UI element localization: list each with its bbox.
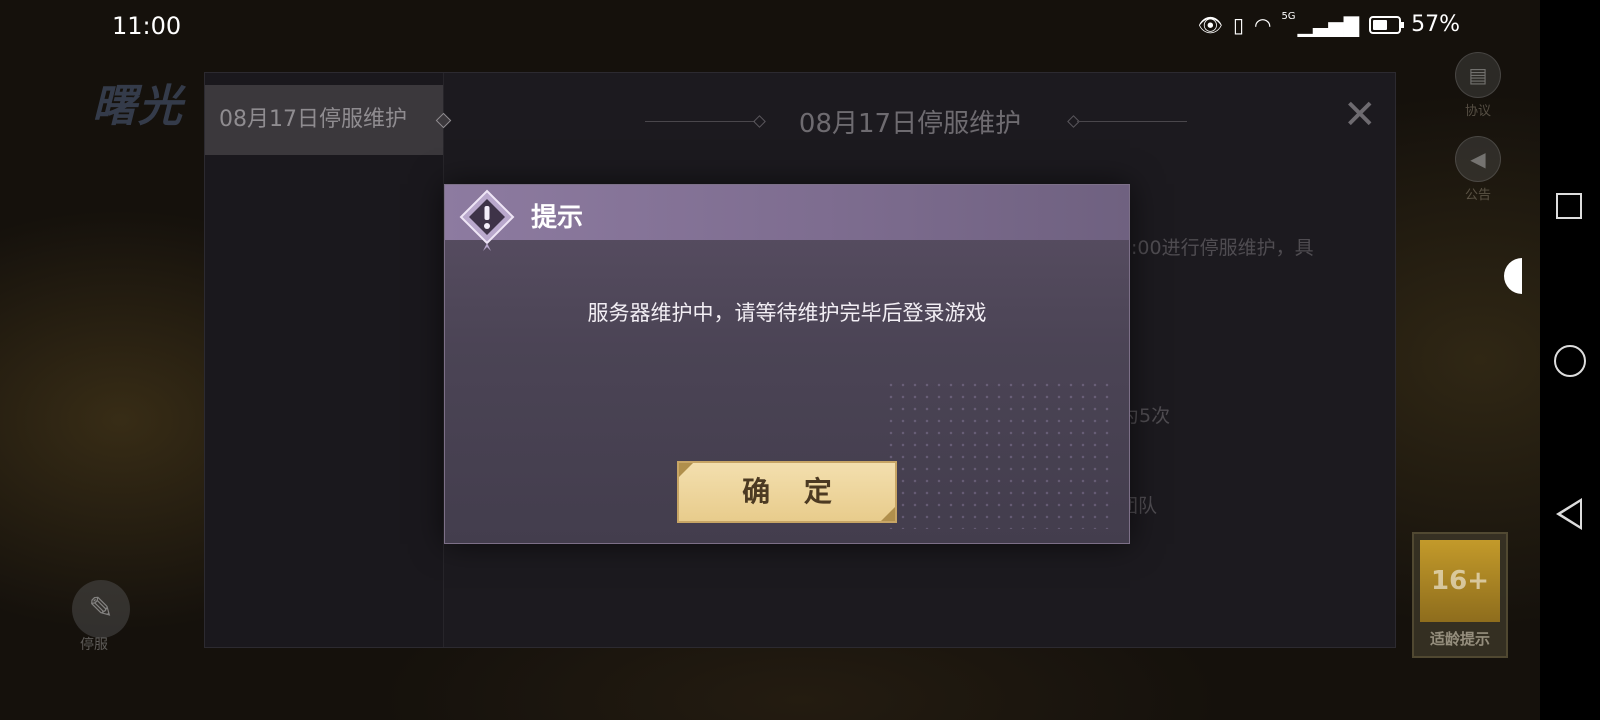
announcement-label: 公告	[1464, 188, 1491, 203]
dialog-message: 服务器维护中，请等待维护完毕后登录游戏	[587, 301, 987, 325]
age-rating-value: 16+	[1420, 540, 1500, 622]
status-time: 11:00	[112, 12, 182, 40]
megaphone-icon: ◀	[1455, 136, 1501, 182]
legal-footer	[270, 678, 1370, 714]
maintenance-label: 停服	[80, 637, 108, 653]
wifi-icon: ◠	[1253, 12, 1272, 37]
diamond-icon	[435, 112, 452, 129]
alert-icon	[459, 189, 515, 251]
battery-fill	[1373, 19, 1387, 30]
recents-button[interactable]	[1556, 193, 1582, 219]
home-button[interactable]	[1554, 345, 1586, 377]
title-divider-left	[645, 121, 755, 122]
age-rating-label: 适龄提示	[1429, 630, 1490, 648]
network-type: 5G	[1281, 11, 1296, 22]
dialog-header: 提示	[445, 185, 1129, 251]
vibrate-icon: ▯	[1232, 12, 1244, 37]
notice-title: 08月17日停服维护	[798, 109, 1022, 139]
battery-percent: 57%	[1411, 12, 1460, 37]
notice-tab-maintenance[interactable]: 08月17日停服维护	[205, 85, 452, 155]
agreement-label: 协议	[1464, 104, 1491, 119]
agreement-button[interactable]: ▤ 协议	[1452, 52, 1504, 119]
button-corner-decoration	[881, 507, 895, 521]
notice-tab-label: 08月17日停服维护	[219, 107, 407, 132]
signal-icon: ▁▃▅▇	[1297, 12, 1360, 37]
confirm-button-label: 确 定	[742, 475, 844, 508]
eye-icon: 👁	[1197, 12, 1223, 37]
alert-dialog: 提示 服务器维护中，请等待维护完毕后登录游戏 确 定	[444, 184, 1130, 544]
age-rating-badge[interactable]: 16+ 适龄提示	[1412, 532, 1508, 658]
dialog-title: 提示	[531, 203, 584, 233]
document-icon: ▤	[1455, 52, 1501, 98]
status-icons: 👁 ▯ ◠ 5G ▁▃▅▇ 57%	[1197, 11, 1460, 37]
confirm-button[interactable]: 确 定	[677, 461, 897, 523]
status-bar: 11:00 👁 ▯ ◠ 5G ▁▃▅▇ 57%	[0, 0, 1540, 50]
game-logo: 曙光	[92, 81, 184, 132]
title-divider-right	[1077, 121, 1187, 122]
button-corner-decoration	[679, 463, 693, 477]
notice-sidebar: 08月17日停服维护	[205, 73, 452, 647]
wrench-icon[interactable]: ✎	[72, 580, 130, 638]
notice-body-line: :00进行停服维护，具	[1131, 237, 1314, 259]
back-button[interactable]	[1556, 498, 1582, 530]
close-icon[interactable]: ✕	[1343, 95, 1377, 135]
dot-pattern	[885, 379, 1115, 529]
announcement-button[interactable]: ◀ 公告	[1452, 136, 1504, 203]
navigation-bar	[1540, 0, 1600, 720]
battery-icon	[1369, 15, 1405, 34]
